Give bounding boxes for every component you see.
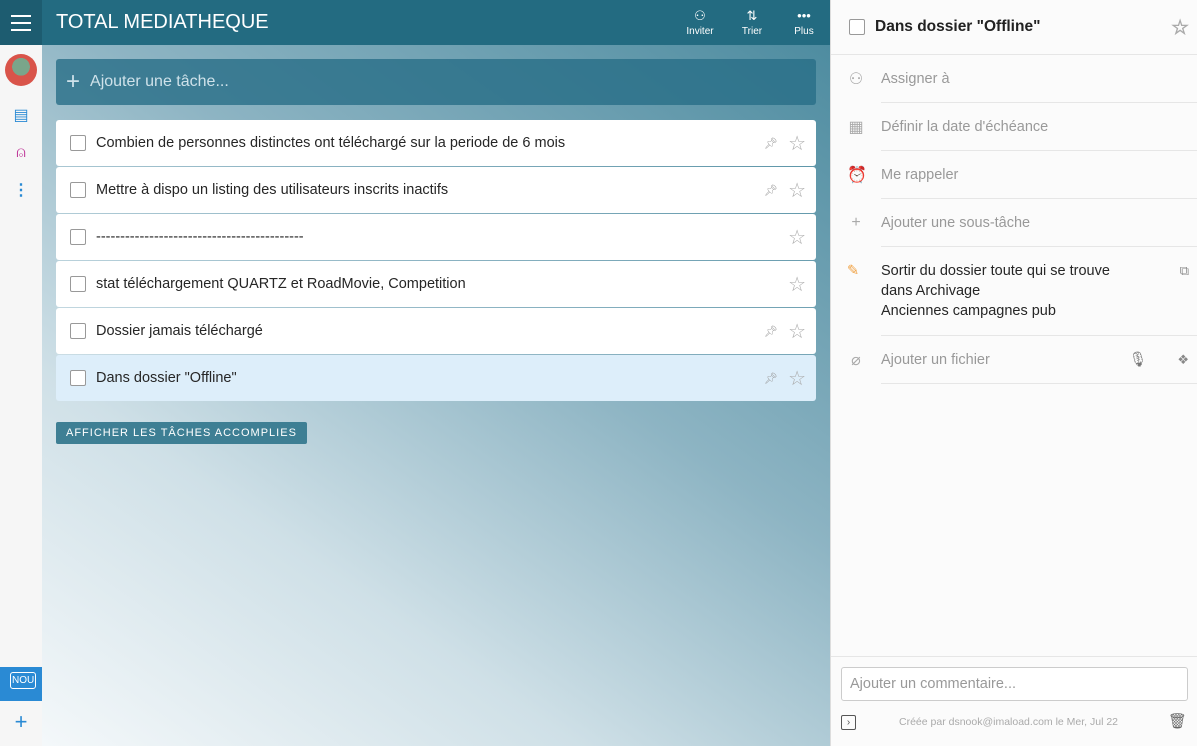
task-row[interactable]: stat téléchargement QUARTZ et RoadMovie,…: [56, 261, 816, 307]
due-date-row[interactable]: ▦ Définir la date d'échéance: [848, 103, 1197, 151]
task-list-area: + Ajouter une tâche... Combien de personn…: [42, 45, 830, 746]
task-row[interactable]: Dossier jamais téléchargé 📌︎ ☆: [56, 308, 816, 354]
invite-button[interactable]: ⚇ Inviter: [680, 6, 720, 37]
show-completed-button[interactable]: AFFICHER LES TÂCHES ACCOMPLIES: [56, 422, 307, 444]
star-icon[interactable]: ☆: [788, 225, 806, 250]
assign-row[interactable]: ⚇ Assigner à: [849, 55, 1197, 103]
add-file-row[interactable]: ⌀ Ajouter un fichier 🎙 ❖: [851, 336, 1197, 384]
task-row[interactable]: Mettre à dispo un listing des utilisateu…: [56, 167, 816, 213]
star-icon[interactable]: ☆: [1171, 15, 1189, 40]
task-checkbox[interactable]: [70, 323, 86, 339]
assign-user-icon: ⚇: [848, 70, 864, 88]
task-title: Mettre à dispo un listing des utilisateu…: [96, 182, 449, 198]
task-title: Dossier jamais téléchargé: [96, 323, 263, 339]
pin-icon[interactable]: 📌︎: [764, 184, 778, 197]
task-title: Combien de personnes distinctes ont télé…: [96, 135, 566, 151]
task-checkbox[interactable]: [70, 276, 86, 292]
paperclip-icon: ⌀: [851, 351, 861, 369]
pin-icon[interactable]: 📌︎: [764, 372, 778, 385]
share-user-icon[interactable]: ⍝: [9, 141, 33, 165]
add-list-icon[interactable]: +: [9, 709, 33, 734]
pin-icon[interactable]: 📌︎: [764, 137, 778, 150]
alarm-icon: ⏰: [847, 166, 867, 184]
plus-icon: +: [66, 68, 81, 95]
detail-title-row: Dans dossier "Offline" ☆: [831, 0, 1197, 55]
task-checkbox[interactable]: [70, 135, 86, 151]
avatar[interactable]: [5, 54, 37, 86]
star-icon[interactable]: ☆: [788, 366, 806, 391]
task-row[interactable]: ----------------------------------------…: [56, 214, 816, 260]
trash-icon[interactable]: 🗑: [1168, 712, 1187, 730]
left-sidebar: ▤ ⍝ ⋮ NOU +: [0, 0, 42, 746]
list-header: TOTAL MEDIATHEQUE ⚇ Inviter ⇅ Trier ••• Plu…: [42, 0, 830, 45]
created-by: Créée par dsnook@imaload.com le Mer, Jul…: [899, 716, 1119, 728]
new-button[interactable]: NOU: [0, 667, 42, 701]
task-checkbox[interactable]: [70, 182, 86, 198]
expand-icon[interactable]: ›: [841, 715, 856, 730]
pencil-icon: ✎: [847, 263, 860, 279]
task-title: ----------------------------------------…: [96, 229, 304, 245]
dropbox-icon[interactable]: ❖: [1177, 352, 1189, 368]
subtask-row[interactable]: + Ajouter une sous-tâche: [851, 199, 1197, 247]
star-icon[interactable]: ☆: [788, 131, 806, 156]
pin-icon[interactable]: 📌︎: [764, 325, 778, 338]
task-checkbox[interactable]: [70, 370, 86, 386]
more-vertical-icon[interactable]: ⋮: [9, 178, 33, 202]
inbox-icon[interactable]: ▤: [9, 103, 33, 127]
list-title: TOTAL MEDIATHEQUE: [56, 11, 269, 33]
divider: [831, 656, 1197, 657]
more-icon: •••: [797, 8, 811, 23]
detail-title[interactable]: Dans dossier "Offline": [875, 18, 1040, 36]
add-task-input[interactable]: + Ajouter une tâche...: [56, 59, 816, 105]
task-row[interactable]: Dans dossier "Offline" 📌︎ ☆: [56, 355, 816, 401]
calendar-icon: ▦: [848, 118, 864, 136]
note[interactable]: ✎ ⧉ Sortir du dossier toute qui se trouv…: [847, 247, 1197, 336]
more-button[interactable]: ••• Plus: [784, 6, 824, 37]
sort-button[interactable]: ⇅ Trier: [732, 6, 772, 37]
task-detail-panel: Dans dossier "Offline" ☆ ⚇ Assigner à ▦ Dé…: [830, 0, 1197, 746]
sort-az-icon: ⇅: [746, 8, 758, 23]
detail-checkbox[interactable]: [849, 19, 865, 35]
star-icon[interactable]: ☆: [788, 178, 806, 203]
comment-input[interactable]: Ajouter un commentaire...: [841, 667, 1188, 701]
add-user-icon: ⚇: [694, 8, 706, 23]
task-title: stat téléchargement QUARTZ et RoadMovie,…: [96, 276, 466, 292]
menu-button[interactable]: [0, 0, 42, 45]
plus-icon: +: [851, 213, 861, 231]
external-link-icon[interactable]: ⧉: [1180, 261, 1189, 281]
star-icon[interactable]: ☆: [788, 272, 806, 297]
task-checkbox[interactable]: [70, 229, 86, 245]
star-icon[interactable]: ☆: [788, 319, 806, 344]
microphone-icon[interactable]: 🎙: [1129, 351, 1147, 368]
reminder-row[interactable]: ⏰ Me rappeler: [847, 151, 1197, 199]
task-title: Dans dossier "Offline": [96, 370, 237, 386]
task-row[interactable]: Combien de personnes distinctes ont télé…: [56, 120, 816, 166]
